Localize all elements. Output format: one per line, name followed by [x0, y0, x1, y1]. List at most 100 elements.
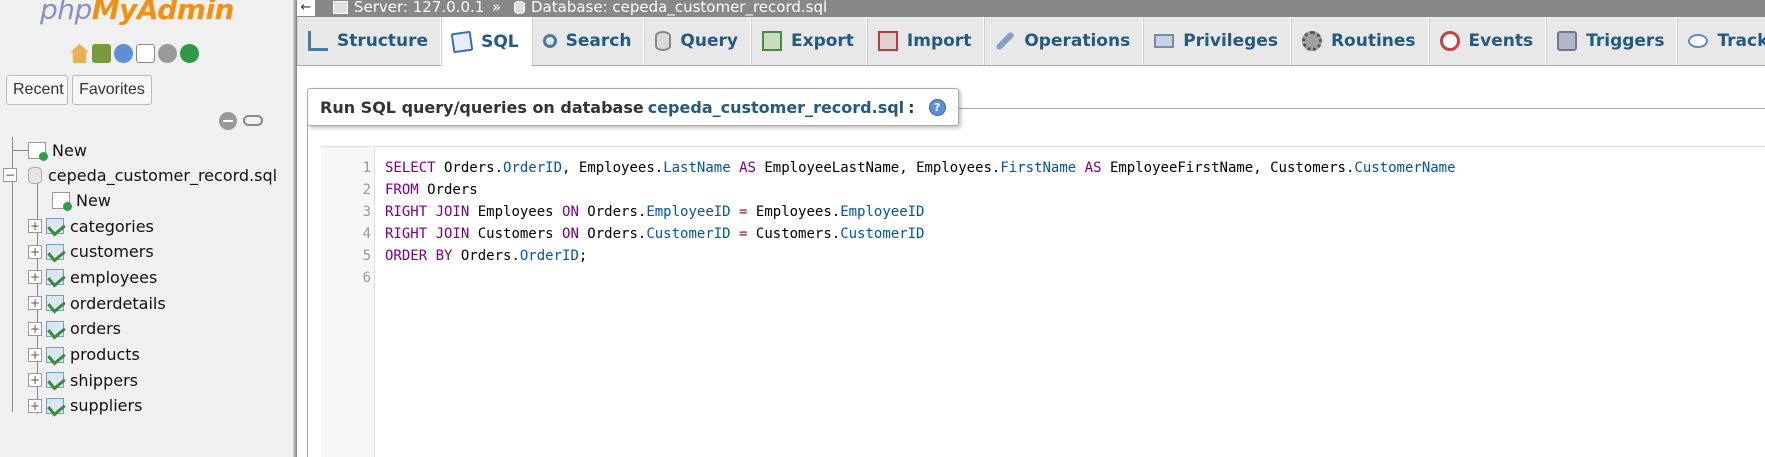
tree-table-label[interactable]: customers: [70, 242, 154, 261]
tree-table-label[interactable]: products: [70, 345, 140, 364]
expand-plus-icon[interactable]: +: [28, 296, 42, 311]
phpmyadmin-logo[interactable]: phpMyAdmin: [40, 0, 234, 26]
tree-table-label[interactable]: orderdetails: [70, 294, 166, 313]
tree-new-database[interactable]: New: [28, 137, 87, 163]
expand-plus-icon[interactable]: +: [28, 244, 42, 259]
server-icon: [333, 1, 348, 14]
help-icon[interactable]: [114, 44, 133, 63]
code-text[interactable]: ORDER BY Orders.OrderID;: [385, 245, 587, 267]
tab-search[interactable]: Search: [531, 17, 645, 65]
tab-import[interactable]: Import: [866, 17, 985, 65]
tab-events[interactable]: Events: [1428, 17, 1547, 65]
tab-sql[interactable]: SQL: [441, 17, 532, 67]
code-line[interactable]: 2 FROM Orders: [321, 179, 1456, 201]
database-icon: [28, 166, 42, 184]
breadcrumb-separator-symbol: »: [492, 0, 502, 16]
tab-label: Routines: [1330, 31, 1416, 51]
code-token: RIGHT JOIN: [385, 226, 470, 242]
tree-table-products[interactable]: + products: [28, 342, 140, 368]
reload-icon[interactable]: [180, 44, 199, 63]
tree-database-node[interactable]: − cepeda_customer_record.sql: [3, 162, 277, 188]
code-line[interactable]: 3 RIGHT JOIN Employees ON Orders.Employee…: [321, 201, 1456, 223]
sql-code[interactable]: 1 SELECT Orders.OrderID, Employees.LastNa…: [321, 157, 1456, 289]
table-icon: [46, 243, 64, 260]
code-token: , Employees.: [562, 160, 664, 176]
tab-query[interactable]: Query: [644, 17, 751, 65]
expand-plus-icon[interactable]: +: [28, 398, 42, 413]
expand-plus-icon[interactable]: +: [28, 270, 42, 285]
code-text[interactable]: SELECT Orders.OrderID, Employees.LastNam…: [385, 157, 1456, 179]
tree-table-orders[interactable]: + orders: [28, 316, 121, 342]
legend-database-link[interactable]: cepeda_customer_record.sql: [648, 98, 904, 117]
code-text[interactable]: FROM Orders: [385, 179, 478, 201]
tab-label: SQL: [481, 31, 519, 52]
tab-label: Privileges: [1183, 31, 1278, 51]
expand-plus-icon[interactable]: +: [28, 321, 42, 336]
tab-label: Export: [790, 31, 854, 51]
tab-label: Import: [906, 31, 972, 51]
expand-plus-icon[interactable]: +: [28, 219, 42, 233]
line-number: 5: [362, 248, 371, 264]
breadcrumb-server[interactable]: Server: 127.0.0.1: [333, 0, 484, 15]
docs-icon[interactable]: [136, 44, 155, 63]
breadcrumb-database[interactable]: Database: cepeda_customer_record.sql: [514, 0, 827, 15]
sql-editor[interactable]: 1 SELECT Orders.OrderID, Employees.LastNa…: [321, 146, 1765, 457]
tree-table-label[interactable]: employees: [70, 268, 157, 287]
collapse-all-icon[interactable]: [219, 112, 237, 130]
code-token: FirstName: [1000, 160, 1077, 176]
help-icon[interactable]: ?: [928, 98, 946, 116]
tree-table-suppliers[interactable]: + suppliers: [28, 393, 142, 419]
tree-db-new-label: New: [76, 190, 111, 210]
table-icon: [46, 320, 64, 337]
code-line[interactable]: 1 SELECT Orders.OrderID, Employees.LastNa…: [321, 157, 1456, 179]
tab-routines[interactable]: Routines: [1290, 17, 1429, 65]
tree-table-label[interactable]: orders: [70, 319, 121, 338]
code-line[interactable]: 6: [321, 267, 1456, 289]
code-token: RIGHT JOIN: [385, 204, 470, 220]
tree-table-label[interactable]: shippers: [70, 371, 138, 390]
code-token: ;: [578, 248, 588, 264]
tab-privileges[interactable]: Privileges: [1143, 17, 1291, 65]
tab-export[interactable]: Export: [750, 17, 867, 65]
code-token: ON: [562, 204, 579, 220]
fieldset-border-left: [307, 108, 308, 457]
collapse-minus-icon[interactable]: −: [3, 168, 17, 182]
back-arrow-icon[interactable]: ←: [297, 0, 315, 16]
exit-icon[interactable]: [92, 44, 111, 63]
tree-table-categories[interactable]: + categories: [28, 213, 154, 239]
tab-structure[interactable]: Structure: [297, 17, 442, 65]
breadcrumb-server-label: Server: 127.0.0.1: [354, 0, 485, 16]
tab-label: Tracking: [1717, 31, 1765, 51]
code-line[interactable]: 5 ORDER BY Orders.OrderID;: [321, 245, 1456, 267]
code-text[interactable]: RIGHT JOIN Employees ON Orders.EmployeeI…: [385, 201, 925, 223]
home-icon[interactable]: [70, 44, 89, 63]
tree-table-customers[interactable]: + customers: [28, 239, 154, 265]
tab-triggers[interactable]: Triggers: [1546, 17, 1678, 65]
code-token: EmployeeID: [646, 204, 731, 220]
expand-plus-icon[interactable]: +: [28, 347, 42, 362]
code-token: Orders.: [578, 204, 647, 220]
link-with-main-icon[interactable]: [243, 115, 263, 126]
triggers-icon: [1557, 31, 1578, 51]
tab-tracking[interactable]: Tracking: [1677, 17, 1765, 65]
expand-plus-icon[interactable]: +: [28, 373, 42, 388]
tree-table-label[interactable]: categories: [70, 217, 154, 236]
settings-gear-icon[interactable]: [158, 44, 177, 63]
export-icon: [761, 31, 782, 51]
favorites-button[interactable]: Favorites: [72, 75, 152, 105]
breadcrumb-database-label: Database: cepeda_customer_record.sql: [531, 0, 828, 16]
code-line[interactable]: 4 RIGHT JOIN Customers ON Orders.Customer…: [321, 223, 1456, 245]
tree-table-label[interactable]: suppliers: [70, 396, 142, 415]
tab-operations[interactable]: Operations: [984, 17, 1144, 65]
tree-db-new-table[interactable]: New: [52, 187, 111, 213]
code-token: AS: [1084, 160, 1102, 176]
tree-table-employees[interactable]: + employees: [28, 264, 157, 290]
tree-table-orderdetails[interactable]: + orderdetails: [28, 290, 166, 316]
table-icon: [46, 218, 64, 234]
recent-button[interactable]: Recent: [6, 75, 68, 105]
code-text[interactable]: RIGHT JOIN Customers ON Orders.CustomerI…: [385, 223, 925, 245]
tree-table-shippers[interactable]: + shippers: [28, 367, 138, 393]
